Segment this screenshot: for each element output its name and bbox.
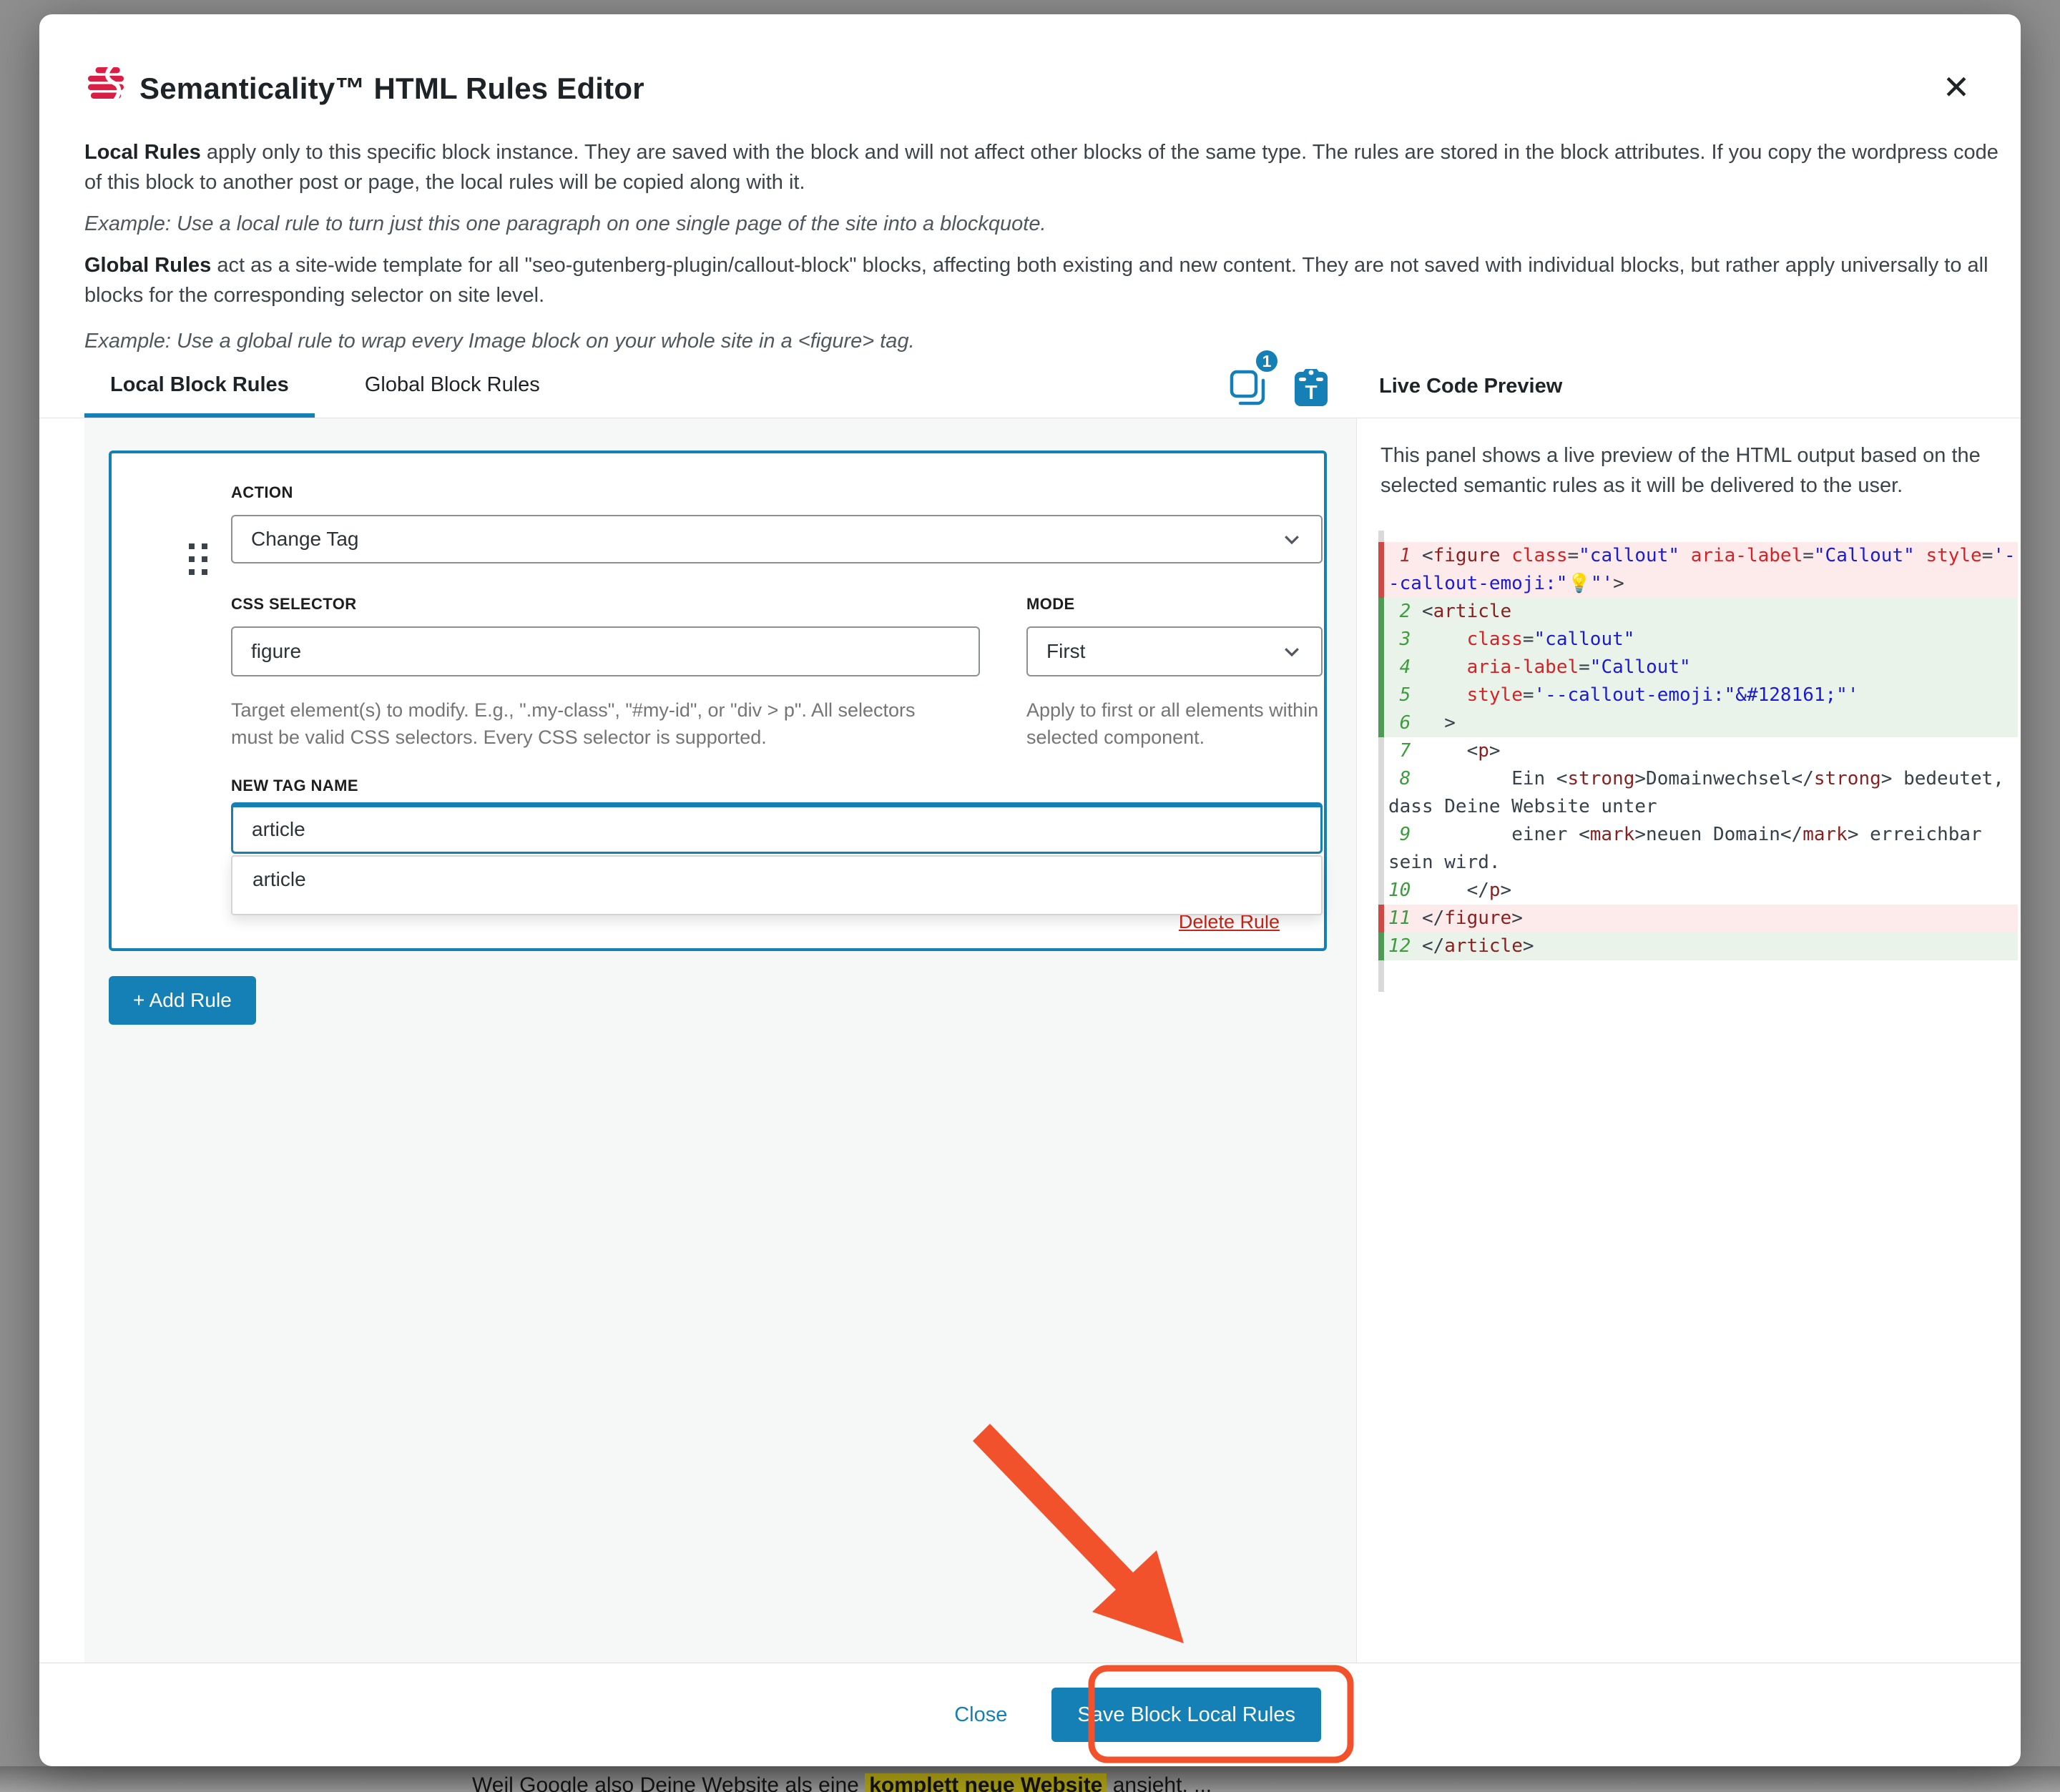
local-rules-panel: ACTION Change Tag CSS SELECTOR MODE Firs…: [84, 418, 1357, 1663]
code-line: 10 </p>: [1378, 877, 2018, 905]
tag-suggestion-dropdown: article: [231, 855, 1323, 915]
local-rules-lead: Local Rules: [84, 141, 201, 164]
code-line: 1 <figure class="callout" aria-label="Ca…: [1378, 542, 2018, 598]
tag-suggestion-item[interactable]: article: [232, 857, 1321, 902]
css-selector-label: CSS SELECTOR: [231, 595, 357, 614]
code-line: 12 </article>: [1378, 932, 2018, 960]
code-line: 9 einer <mark>neuen Domain</mark> erreic…: [1378, 821, 2018, 877]
semanticality-logo-icon: [82, 64, 129, 106]
tab-bar: Local Block Rules Global Block Rules: [84, 356, 566, 418]
close-button[interactable]: Close: [950, 1703, 1011, 1728]
screen: { "window": { "title": "Semanticality™ H…: [0, 0, 2060, 1792]
rule-card: ACTION Change Tag CSS SELECTOR MODE Firs…: [109, 451, 1327, 951]
code-line: 8 Ein <strong>Domainwechsel</strong> bed…: [1378, 765, 2018, 821]
mode-label: MODE: [1026, 595, 1075, 614]
global-rules-lead: Global Rules: [84, 254, 211, 277]
new-tag-name-input[interactable]: [231, 802, 1323, 854]
css-selector-help: Target element(s) to modify. E.g., ".my-…: [231, 696, 946, 751]
global-rules-description: Global Rules act as a site-wide template…: [84, 250, 2016, 310]
background-text: Weil Google also Deine Website als eine …: [472, 1773, 1212, 1792]
page-background-strip: Weil Google also Deine Website als eine …: [0, 1766, 2060, 1792]
code-line: 4 aria-label="Callout": [1378, 654, 2018, 681]
chevron-down-icon: [1281, 528, 1303, 550]
code-line: 5 style='--callout-emoji:"&#128161;"': [1378, 681, 2018, 709]
global-rules-example: Example: Use a global rule to wrap every…: [84, 326, 2016, 356]
highlighted-text: komplett neue Website: [865, 1773, 1107, 1792]
code-line: 3 class="callout": [1378, 626, 2018, 654]
tab-global-block-rules[interactable]: Global Block Rules: [339, 356, 566, 418]
copy-rules-icon[interactable]: [1229, 369, 1267, 408]
code-block: 1 <figure class="callout" aria-label="Ca…: [1378, 531, 2018, 992]
action-select[interactable]: Change Tag: [231, 515, 1323, 563]
code-line: 11 </figure>: [1378, 905, 2018, 932]
svg-text:T: T: [1305, 381, 1317, 403]
modal-footer: Close Save Block Local Rules: [39, 1663, 2021, 1766]
mode-help: Apply to first or all elements within se…: [1026, 696, 1327, 751]
mode-select[interactable]: First: [1026, 626, 1323, 676]
preview-description: This panel shows a live preview of the H…: [1380, 440, 1990, 501]
copied-rules-count-badge: 1: [1253, 348, 1280, 375]
action-label: ACTION: [231, 483, 293, 502]
new-tag-name-label: NEW TAG NAME: [231, 777, 358, 795]
close-icon[interactable]: ✕: [1936, 67, 1976, 107]
code-gutter-stub: [1378, 531, 2018, 542]
local-rules-example: Example: Use a local rule to turn just t…: [84, 209, 2016, 239]
rules-editor-modal: Semanticality™ HTML Rules Editor ✕ Local…: [39, 14, 2021, 1766]
add-rule-button[interactable]: + Add Rule: [109, 976, 256, 1025]
code-line: 6 >: [1378, 709, 2018, 737]
css-selector-input[interactable]: [231, 626, 980, 676]
live-code-preview-heading: Live Code Preview: [1379, 375, 1562, 398]
page-title: Semanticality™ HTML Rules Editor: [139, 72, 644, 106]
code-line: 2 <article: [1378, 598, 2018, 626]
save-block-local-rules-button[interactable]: Save Block Local Rules: [1051, 1688, 1321, 1742]
local-rules-description: Local Rules apply only to this specific …: [84, 137, 2016, 197]
tab-local-block-rules[interactable]: Local Block Rules: [84, 356, 315, 418]
rules-toolbar: 1 T: [1223, 342, 1366, 420]
code-gutter-stub: [1378, 960, 2018, 992]
chevron-down-icon: [1281, 641, 1303, 662]
code-line: 7 <p>: [1378, 737, 2018, 765]
paste-rules-icon[interactable]: T: [1293, 368, 1329, 408]
drag-handle-icon[interactable]: [186, 539, 210, 579]
